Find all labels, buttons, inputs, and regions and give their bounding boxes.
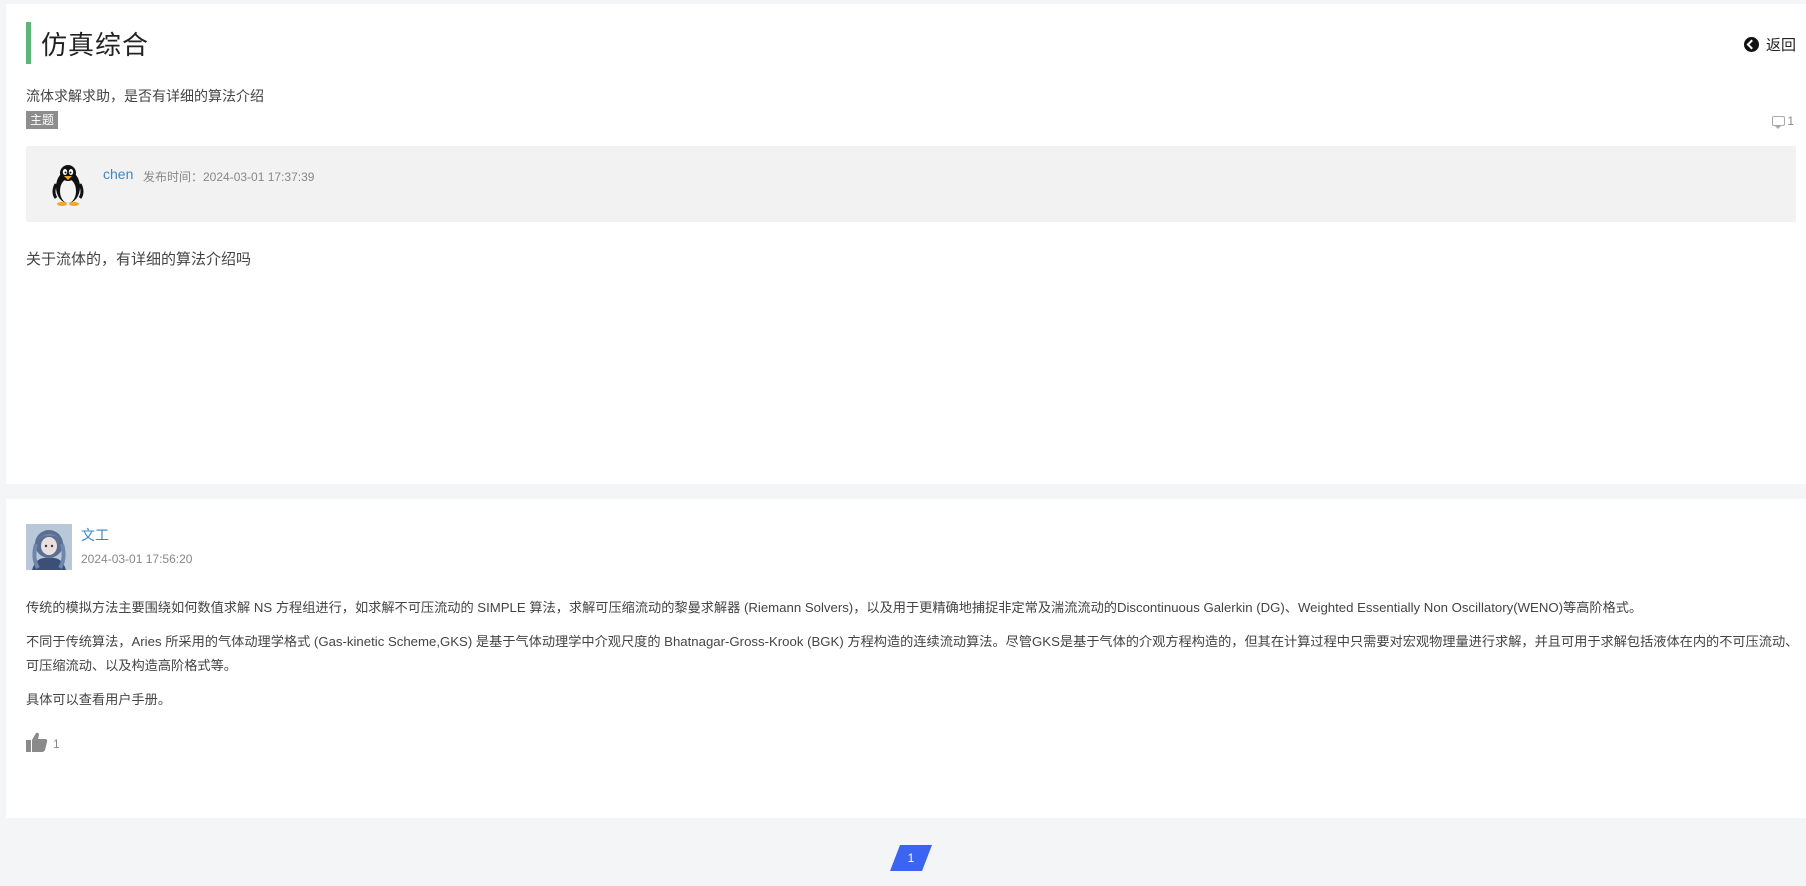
topic-post-time: 发布时间：2024-03-01 17:37:39 <box>143 170 315 184</box>
back-label: 返回 <box>1765 37 1796 54</box>
reply-author-name[interactable]: 文工 <box>81 525 109 545</box>
arrow-left-circle-icon <box>1743 37 1759 52</box>
page-number: 1 <box>907 851 915 865</box>
title-row: 仿真综合 <box>26 22 149 64</box>
topic-card: 仿真综合 返回 流体求解求助，是否有详细的算法介绍 主题 1 chen 发布时间… <box>6 4 1806 484</box>
pagination-page-1[interactable]: 1 <box>890 845 932 871</box>
penguin-avatar[interactable] <box>48 162 88 207</box>
thumbs-up-icon <box>26 732 48 752</box>
topic-badge: 主题 <box>26 111 59 129</box>
page-title: 仿真综合 <box>41 29 150 60</box>
reply-paragraph: 传统的模拟方法主要围绕如何数值求解 NS 方程组进行，如求解不可压流动的 SIM… <box>26 600 1643 615</box>
reply-paragraph: 不同于传统算法，Aries 所采用的气体动理学格式 (Gas-kinetic S… <box>26 634 1799 673</box>
back-button[interactable]: 返回 <box>1743 34 1796 55</box>
reply-count-value: 1 <box>1787 114 1794 128</box>
like-button[interactable]: 1 <box>26 732 60 752</box>
reply-content: 传统的模拟方法主要围绕如何数值求解 NS 方程组进行，如求解不可压流动的 SIM… <box>26 596 1801 722</box>
reply-avatar[interactable] <box>26 524 72 570</box>
reply-time: 2024-03-01 17:56:20 <box>81 552 193 566</box>
topic-subject: 流体求解求助，是否有详细的算法介绍 <box>26 88 264 104</box>
topic-author-name[interactable]: chen <box>103 166 133 182</box>
topic-author-box: chen 发布时间：2024-03-01 17:37:39 <box>26 146 1796 222</box>
title-accent-bar <box>26 22 31 64</box>
reply-count: 1 <box>1772 114 1794 129</box>
reply-card: 文工 2024-03-01 17:56:20 传统的模拟方法主要围绕如何数值求解… <box>6 499 1806 818</box>
comment-icon <box>1772 116 1786 129</box>
page: 仿真综合 返回 流体求解求助，是否有详细的算法介绍 主题 1 chen 发布时间… <box>0 0 1806 886</box>
topic-body: 关于流体的，有详细的算法介绍吗 <box>26 251 252 268</box>
like-count: 1 <box>53 737 60 751</box>
reply-paragraph: 具体可以查看用户手册。 <box>26 692 172 707</box>
